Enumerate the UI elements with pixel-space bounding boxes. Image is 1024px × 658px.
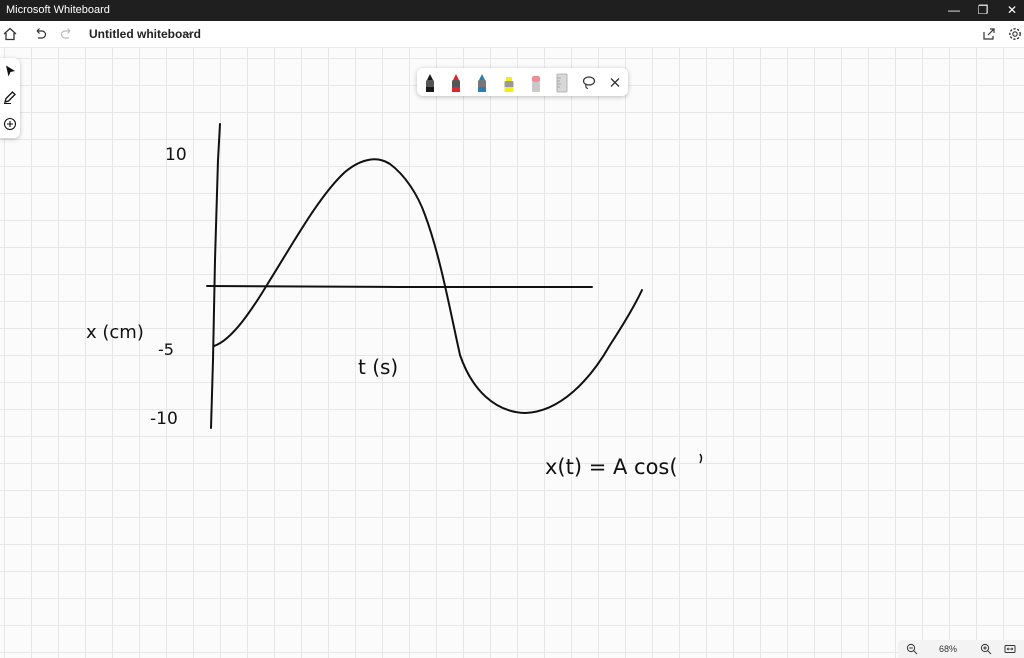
blue-pen-icon[interactable] (475, 73, 489, 93)
black-pen-icon[interactable] (423, 73, 437, 93)
y-tick-mid: -5 (158, 340, 174, 359)
pen-tray (417, 68, 628, 96)
highlighter-icon[interactable] (502, 73, 516, 93)
y-axis-label: x (cm) (86, 322, 144, 343)
ruler-icon[interactable] (555, 73, 569, 93)
eraser-icon[interactable] (529, 73, 543, 93)
select-icon[interactable] (3, 64, 17, 78)
fit-to-screen-icon[interactable] (1004, 643, 1016, 655)
left-toolbar (0, 58, 20, 138)
ink-layer: 10 -5 -10 x (cm) t (s) x(t) = A cos( (86, 123, 703, 479)
zoom-in-icon[interactable] (980, 643, 992, 655)
equation-text: x(t) = A cos( (545, 455, 678, 479)
y-tick-top: 10 (165, 145, 187, 165)
zoom-bar: 68% (898, 640, 1024, 658)
zoom-level[interactable]: 68% (939, 644, 957, 654)
lasso-icon[interactable] (582, 75, 596, 95)
y-axis-stroke (210, 123, 221, 429)
y-tick-bottom: -10 (150, 409, 178, 429)
red-pen-icon[interactable] (449, 73, 463, 93)
x-axis-label: t (s) (358, 355, 398, 379)
zoom-out-icon[interactable] (906, 643, 918, 655)
equation-tick-mark (699, 453, 703, 464)
close-icon[interactable] (608, 75, 622, 95)
add-icon[interactable] (3, 117, 17, 131)
pen-icon[interactable] (3, 90, 17, 104)
